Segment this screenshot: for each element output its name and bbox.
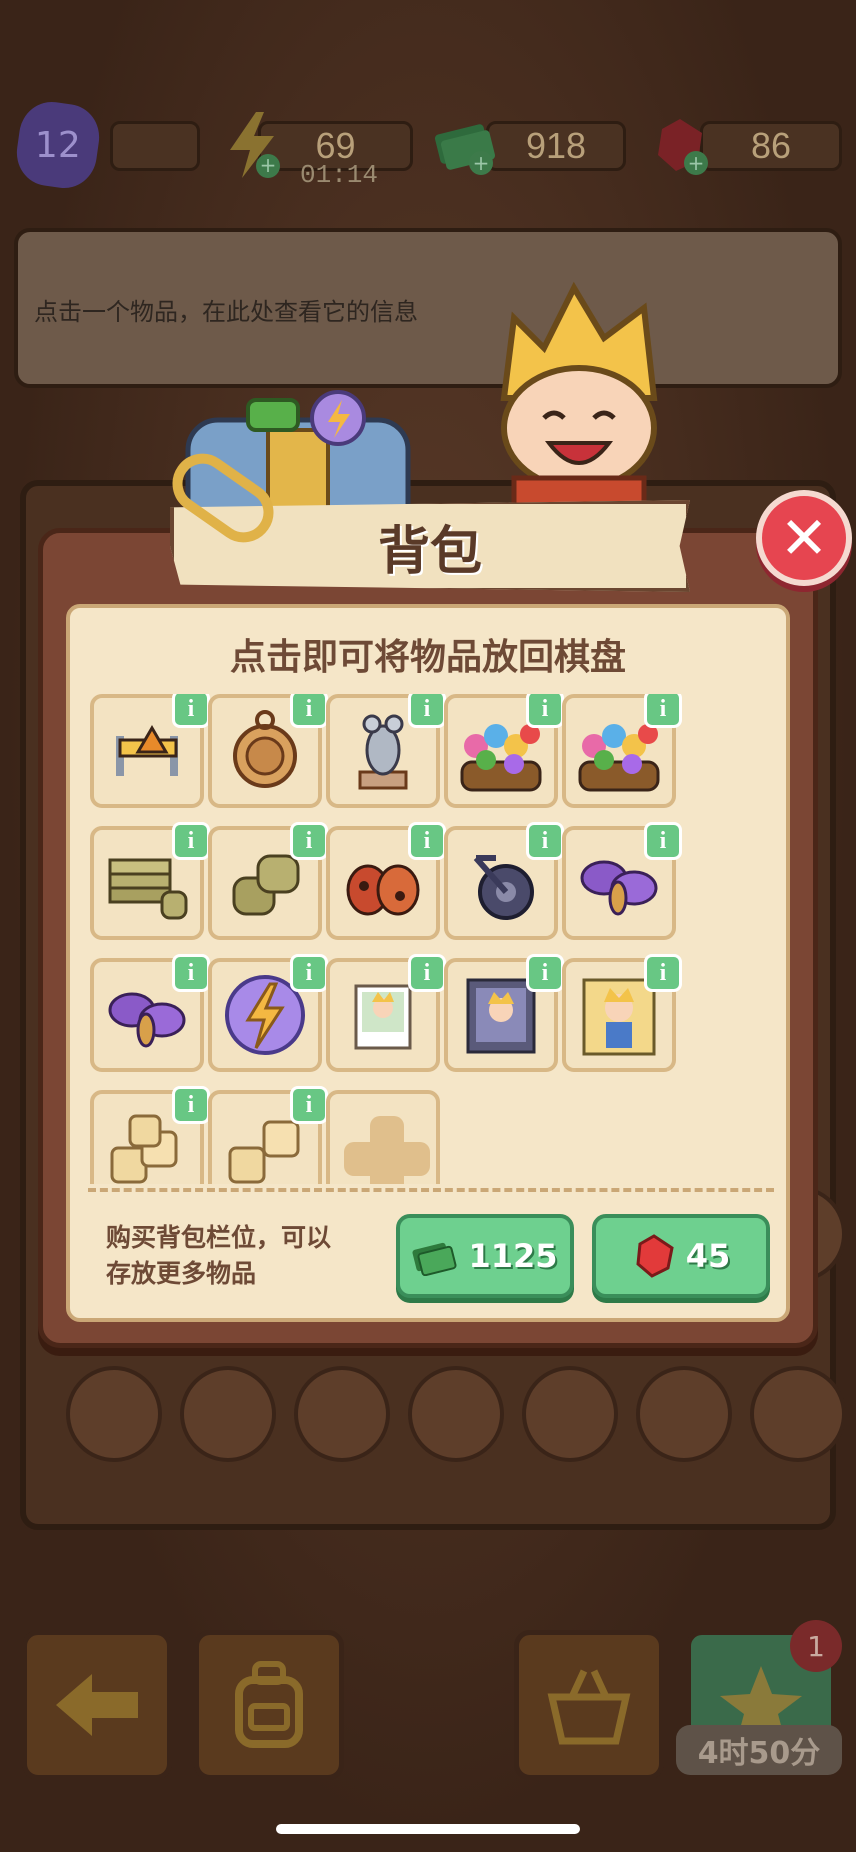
backpack-slot[interactable]: i (562, 694, 682, 808)
info-icon[interactable]: i (526, 954, 564, 992)
notification-badge: 1 (790, 1620, 842, 1672)
item-info-panel: 点击一个物品，在此处查看它的信息 (14, 228, 842, 388)
svg-text:+: + (260, 153, 277, 177)
board-cell[interactable] (180, 1366, 276, 1462)
backpack-inner-panel: 点击即可将物品放回棋盘 i i i i i i i i i i i i i i … (66, 604, 790, 1322)
board-cell[interactable] (636, 1366, 732, 1462)
backpack-slot[interactable]: i (208, 694, 328, 808)
info-icon[interactable]: i (526, 694, 564, 728)
backpack-slot[interactable]: i (444, 954, 564, 1072)
svg-text:+: + (473, 151, 490, 175)
backpack-item-grid: i i i i i i i i i i i i i i i i i (90, 694, 780, 1184)
backpack-slot[interactable]: i (90, 822, 210, 940)
gems-value: 86 (750, 125, 792, 166)
backpack-slot[interactable]: i (562, 954, 682, 1072)
backpack-slot[interactable]: i (444, 694, 564, 808)
board-cell[interactable] (66, 1366, 162, 1462)
gem-price: 45 (685, 1237, 731, 1275)
energy-timer: 01:14 (300, 160, 379, 190)
basket-icon (547, 1669, 631, 1745)
board-cell[interactable] (294, 1366, 390, 1462)
mascot-character (500, 281, 658, 518)
info-icon[interactable]: i (644, 954, 682, 992)
close-icon: ✕ (779, 504, 829, 572)
info-icon[interactable]: i (644, 822, 682, 860)
info-icon[interactable]: i (290, 954, 328, 992)
backpack-slot[interactable]: i (326, 694, 446, 808)
info-icon[interactable]: i (290, 1086, 328, 1124)
cash-icon (412, 1242, 457, 1276)
svg-text:+: + (688, 151, 705, 175)
board-row (66, 1366, 846, 1476)
backpack-slot[interactable]: i (444, 822, 564, 940)
info-icon[interactable]: i (290, 822, 328, 860)
backpack-slot[interactable]: i (208, 954, 328, 1072)
info-icon[interactable]: i (172, 1086, 210, 1124)
cash-counter: 918 (486, 121, 626, 171)
backpack-slot[interactable]: i (90, 954, 210, 1072)
info-icon[interactable]: i (172, 954, 210, 992)
level-progress-bar (110, 121, 200, 171)
cash-value: 918 (525, 125, 587, 166)
info-icon[interactable]: i (172, 822, 210, 860)
info-icon[interactable]: i (408, 822, 446, 860)
home-indicator[interactable] (276, 1824, 580, 1834)
add-slot-button[interactable] (326, 1090, 440, 1184)
backpack-slot[interactable]: i (208, 1086, 328, 1184)
info-icon[interactable]: i (644, 694, 682, 728)
shop-basket-button[interactable] (514, 1630, 664, 1780)
buy-slots-text: 购买背包栏位，可以存放更多物品 (106, 1223, 332, 1288)
backpack-slot[interactable]: i (208, 822, 328, 940)
gem-icon (636, 1234, 674, 1278)
energy-icon[interactable]: + (212, 105, 292, 185)
cash-icon[interactable]: + (424, 105, 504, 185)
info-hint-text: 点击一个物品，在此处查看它的信息 (34, 298, 418, 326)
back-button[interactable] (22, 1630, 172, 1780)
level-badge[interactable]: 12 (12, 97, 104, 193)
backpack-slot[interactable]: i (90, 694, 210, 808)
board-cell[interactable] (408, 1366, 504, 1462)
backpack-slot[interactable]: i (562, 822, 682, 940)
board-cell[interactable] (522, 1366, 618, 1462)
backpack-icon (235, 1661, 303, 1748)
close-button[interactable]: ✕ (756, 490, 852, 586)
backpack-subtitle: 点击即可将物品放回棋盘 (229, 637, 626, 678)
info-icon[interactable]: i (408, 954, 446, 992)
info-icon[interactable]: i (290, 694, 328, 728)
gems-counter: 86 (700, 121, 842, 171)
reward-timer: 4时50分 (676, 1725, 842, 1775)
buy-with-cash-button[interactable]: 1125 (396, 1214, 574, 1298)
buy-with-gems-button[interactable]: 45 (592, 1214, 770, 1298)
gem-icon[interactable]: + (640, 105, 720, 185)
backpack-title: 背包 (377, 521, 482, 582)
level-value: 12 (35, 124, 81, 166)
backpack-slot[interactable]: i (90, 1086, 210, 1184)
hud-bar: 12 69 + 918 + 86 + (0, 97, 856, 193)
info-icon[interactable]: i (408, 694, 446, 728)
backpack-slot[interactable]: i (326, 822, 446, 940)
backpack-slot[interactable]: i (326, 954, 446, 1072)
divider (88, 1188, 774, 1192)
board-cell[interactable] (750, 1366, 846, 1462)
arrow-left-icon (56, 1674, 138, 1736)
info-icon[interactable]: i (526, 822, 564, 860)
info-icon[interactable]: i (172, 694, 210, 728)
backpack-button[interactable] (194, 1630, 344, 1780)
cash-price: 1125 (468, 1237, 558, 1275)
